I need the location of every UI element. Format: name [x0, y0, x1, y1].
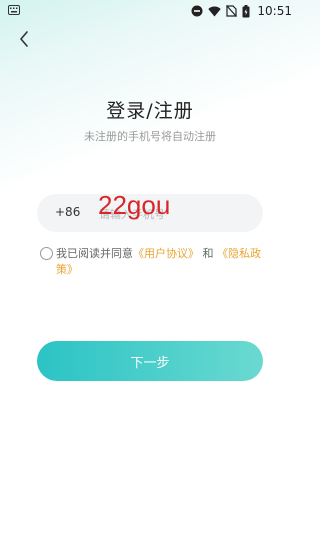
wifi-icon	[208, 6, 222, 17]
user-agreement-link[interactable]: 《用户协议》	[133, 247, 199, 260]
chevron-left-icon	[14, 31, 36, 54]
dnd-icon	[191, 5, 203, 17]
page-title: 登录/注册	[106, 100, 194, 122]
keyboard-icon	[8, 5, 20, 18]
page-subtitle: 未注册的手机号将自动注册	[84, 130, 216, 143]
phone-input[interactable]	[97, 200, 251, 228]
agreement-prefix: 我已阅读并同意	[56, 247, 133, 260]
agreement-text: 我已阅读并同意《用户协议》 和 《隐私政策》	[56, 246, 265, 278]
battery-charging-icon	[242, 4, 250, 18]
status-bar: 10:51	[0, 0, 300, 22]
agreement-checkbox[interactable]	[40, 247, 53, 260]
agreement-and: 和	[202, 247, 214, 260]
country-code-selector[interactable]: +86	[55, 205, 80, 219]
agreement-row: 我已阅读并同意《用户协议》 和 《隐私政策》	[40, 246, 265, 278]
next-button[interactable]: 下一步	[37, 341, 263, 381]
status-time: 10:51	[257, 4, 292, 18]
no-sim-icon	[226, 5, 238, 17]
back-button[interactable]	[14, 28, 36, 50]
phone-field: +86	[37, 194, 263, 232]
